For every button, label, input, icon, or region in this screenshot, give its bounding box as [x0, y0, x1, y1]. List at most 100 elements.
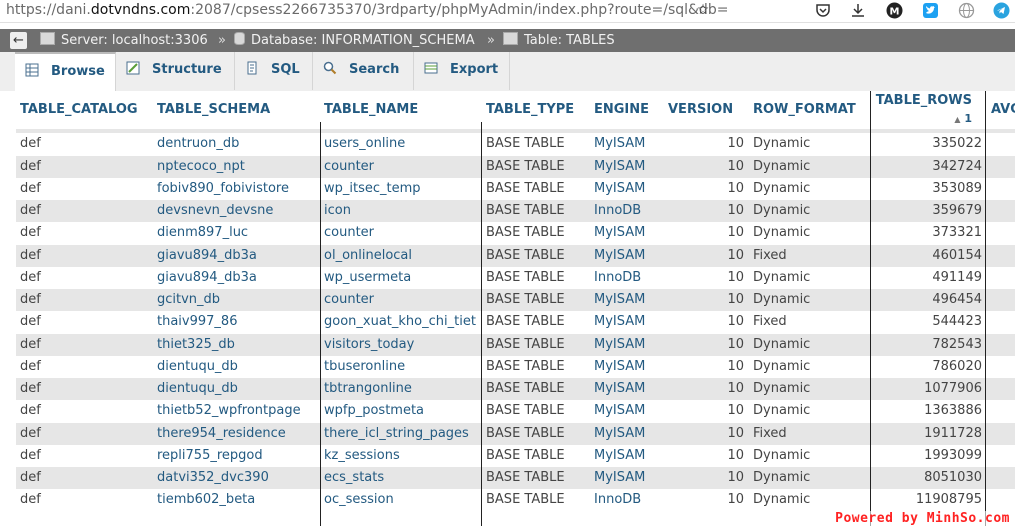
table-row[interactable]: def dienm897_luc counter BASE TABLE MyISAM 10… — [16, 222, 1015, 245]
cell-table-schema[interactable]: gcitvn_db — [157, 289, 220, 311]
cell-table-schema[interactable]: dienm897_luc — [157, 222, 248, 244]
cell-engine[interactable]: InnoDB — [594, 200, 641, 222]
table-row[interactable]: def fobiv890_fobivistore wp_itsec_temp BASE… — [16, 177, 1015, 200]
table-row[interactable]: def gcitvn_db counter BASE TABLE MyISAM 10 Dyn… — [16, 289, 1015, 311]
cell-table-name[interactable]: wp_itsec_temp — [324, 178, 421, 200]
cell-table-name[interactable]: counter — [324, 289, 374, 311]
pocket-icon[interactable] — [814, 1, 832, 19]
cell-engine[interactable]: MyISAM — [594, 156, 645, 178]
cell-engine[interactable]: MyISAM — [594, 222, 645, 244]
back-arrow-icon[interactable]: ← — [10, 32, 27, 49]
cell-table-name[interactable]: ol_onlinelocal — [324, 245, 412, 267]
cell-table-schema[interactable]: thaiv997_86 — [157, 311, 237, 333]
cell-table-name[interactable]: kz_sessions — [324, 445, 400, 467]
bookmark-star-icon[interactable]: ☆ — [694, 1, 712, 19]
cell-table-schema[interactable]: giavu894_db3a — [157, 245, 257, 267]
cell-engine[interactable]: MyISAM — [594, 334, 645, 356]
cell-table-schema[interactable]: datvi352_dvc390 — [157, 467, 269, 489]
table-row[interactable]: def dientuqu_db tbuseronline BASE TABLE MyIS… — [16, 355, 1015, 378]
mega-extension-icon[interactable]: M — [885, 1, 903, 19]
cell-table-schema[interactable]: dentruon_db — [157, 133, 239, 155]
table-row[interactable]: def thiet325_db visitors_today BASE TABLE My… — [16, 333, 1015, 356]
table-row[interactable]: def datvi352_dvc390 ecs_stats BASE TABLE MyI… — [16, 467, 1015, 489]
table-row[interactable]: def repli755_repgod kz_sessions BASE TABLE M… — [16, 444, 1015, 467]
cell-table-schema[interactable]: dientuqu_db — [157, 378, 238, 400]
cell-row-format: Dynamic — [753, 180, 811, 196]
cell-table-catalog: def — [20, 470, 41, 485]
cell-engine[interactable]: MyISAM — [594, 400, 645, 422]
cell-table-schema[interactable]: nptecoco_npt — [157, 156, 245, 178]
tab-sql[interactable]: SQL — [235, 52, 313, 90]
cell-table-name[interactable]: tbuseronline — [324, 356, 405, 378]
tab-structure[interactable]: Structure — [116, 52, 235, 90]
cell-engine[interactable]: InnoDB — [594, 489, 641, 511]
table-row[interactable]: def thaiv997_86 goon_xuat_kho_chi_tiet BASE… — [16, 311, 1015, 334]
table-row[interactable]: def thietb52_wpfrontpage wpfp_postmeta BASE… — [16, 400, 1015, 423]
cell-engine[interactable]: MyISAM — [594, 356, 645, 378]
tab-browse[interactable]: Browse — [15, 52, 116, 92]
cell-engine[interactable]: MyISAM — [594, 133, 645, 155]
cell-table-schema[interactable]: thietb52_wpfrontpage — [157, 400, 301, 422]
cell-table-name[interactable]: there_icl_string_pages — [324, 423, 469, 445]
cell-table-name[interactable]: ecs_stats — [324, 467, 384, 489]
cell-table-name[interactable]: tbtrangonline — [324, 378, 412, 400]
cell-table-schema[interactable]: there954_residence — [157, 423, 286, 445]
cell-version: 10 — [727, 225, 744, 241]
column-header-table-schema[interactable]: TABLE_SCHEMA — [157, 91, 270, 129]
globe-icon[interactable] — [957, 1, 975, 19]
table-row[interactable]: def nptecoco_npt counter BASE TABLE MyISAM 10… — [16, 155, 1015, 178]
column-header-avg[interactable]: AVG — [991, 91, 1015, 129]
breadcrumb-table[interactable]: Table: TABLES — [503, 29, 615, 52]
cell-table-schema[interactable]: tiemb602_beta — [157, 489, 255, 511]
table-row[interactable]: def there954_residence there_icl_string_pa… — [16, 422, 1015, 445]
cell-engine[interactable]: MyISAM — [594, 378, 645, 400]
cell-table-schema[interactable]: dientuqu_db — [157, 356, 238, 378]
column-header-version[interactable]: VERSION — [668, 91, 733, 129]
column-header-table-type[interactable]: TABLE_TYPE — [486, 91, 574, 129]
cell-table-name[interactable]: oc_session — [324, 489, 394, 511]
table-row[interactable]: def tiemb602_beta oc_session BASE TABLE Inno… — [16, 489, 1015, 512]
download-icon[interactable] — [849, 1, 867, 19]
cell-engine[interactable]: MyISAM — [594, 445, 645, 467]
breadcrumb-database[interactable]: Database: INFORMATION_SCHEMA — [234, 29, 475, 52]
cell-table-name[interactable]: counter — [324, 156, 374, 178]
column-header-row-format[interactable]: ROW_FORMAT — [753, 91, 856, 129]
cell-table-rows: 544423 — [932, 314, 982, 330]
cell-version: 10 — [727, 336, 744, 352]
table-row[interactable]: def giavu894_db3a ol_onlinelocal BASE TABLE… — [16, 244, 1015, 267]
telegram-icon[interactable] — [992, 1, 1010, 19]
cell-table-name[interactable]: wpfp_postmeta — [324, 400, 424, 422]
cell-table-schema[interactable]: fobiv890_fobivistore — [157, 178, 289, 200]
cell-table-schema[interactable]: devsnevn_devsne — [157, 200, 273, 222]
cell-engine[interactable]: MyISAM — [594, 178, 645, 200]
table-row[interactable]: def dientuqu_db tbtrangonline BASE TABLE MyI… — [16, 378, 1015, 400]
twitter-extension-icon[interactable] — [921, 1, 939, 19]
column-header-table-catalog[interactable]: TABLE_CATALOG — [20, 91, 138, 129]
table-row[interactable]: def devsnevn_devsne icon BASE TABLE InnoDB 10… — [16, 200, 1015, 222]
breadcrumb-server[interactable]: Server: localhost:3306 — [40, 29, 208, 52]
cell-table-name[interactable]: counter — [324, 222, 374, 244]
column-header-engine[interactable]: ENGINE — [594, 91, 649, 129]
column-header-table-rows[interactable]: TABLE_ROWS ▲ 1 — [872, 92, 972, 130]
browser-url-bar[interactable]: https://dani.dotvndns.com:2087/cpsess226… — [0, 0, 1015, 23]
cell-engine[interactable]: InnoDB — [594, 267, 641, 289]
cell-table-name[interactable]: wp_usermeta — [324, 267, 411, 289]
tab-search[interactable]: Search — [313, 52, 414, 90]
cell-engine[interactable]: MyISAM — [594, 289, 645, 311]
cell-table-schema[interactable]: giavu894_db3a — [157, 267, 257, 289]
cell-table-schema[interactable]: repli755_repgod — [157, 445, 263, 467]
cell-engine[interactable]: MyISAM — [594, 245, 645, 267]
table-row[interactable]: def dentruon_db users_online BASE TABLE MyIS… — [16, 133, 1015, 156]
cell-table-name[interactable]: visitors_today — [324, 334, 414, 356]
tab-export[interactable]: Export — [414, 52, 510, 90]
cell-table-name[interactable]: icon — [324, 200, 351, 222]
cell-table-schema[interactable]: thiet325_db — [157, 334, 235, 356]
cell-table-name[interactable]: users_online — [324, 133, 405, 155]
cell-engine[interactable]: MyISAM — [594, 467, 645, 489]
url-text[interactable]: https://dani.dotvndns.com:2087/cpsess226… — [6, 0, 728, 20]
cell-engine[interactable]: MyISAM — [594, 311, 645, 333]
column-header-table-name[interactable]: TABLE_NAME — [324, 91, 418, 129]
cell-table-name[interactable]: goon_xuat_kho_chi_tiet — [324, 311, 476, 333]
cell-engine[interactable]: MyISAM — [594, 423, 645, 445]
table-row[interactable]: def giavu894_db3a wp_usermeta BASE TABLE Inn… — [16, 266, 1015, 289]
